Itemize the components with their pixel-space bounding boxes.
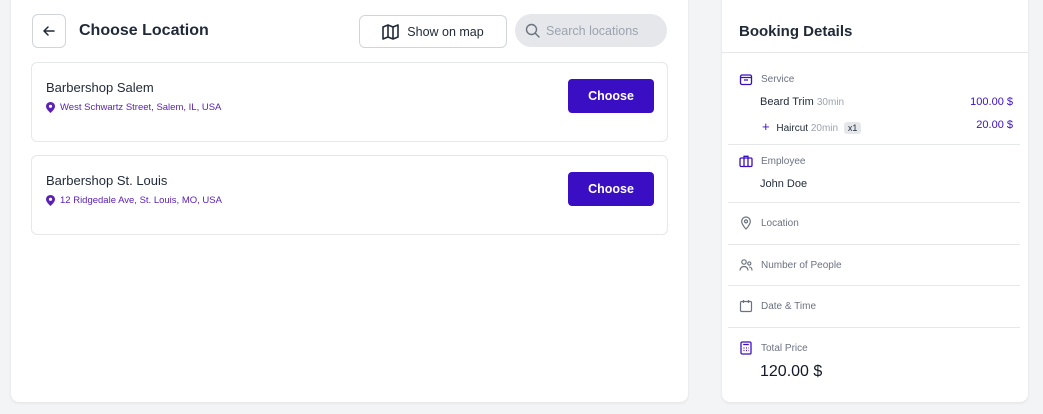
extra-service-duration: 20min: [810, 123, 839, 134]
datetime-section: Date & Time: [739, 299, 1020, 313]
search-icon: [525, 23, 540, 38]
location-label: Location: [761, 217, 799, 229]
total-price-label: Total Price: [761, 342, 808, 354]
service-name: Beard Trim: [760, 96, 814, 108]
location-card: Barbershop Salem West Schwartz Street, S…: [31, 62, 668, 142]
service-duration: 30min: [816, 97, 845, 108]
booking-details-title: Booking Details: [739, 23, 853, 40]
location-panel: Choose Location Show on map Barbershop S…: [11, 0, 688, 402]
show-on-map-button[interactable]: Show on map: [359, 15, 507, 48]
search-input[interactable]: [546, 23, 656, 38]
location-address: West Schwartz Street, Salem, IL, USA: [46, 102, 221, 113]
back-arrow-icon: [43, 26, 55, 36]
people-section: Number of People: [739, 258, 1020, 272]
divider: [722, 52, 1028, 53]
extra-service-price: 20.00 $: [976, 119, 1013, 131]
location-address-text: West Schwartz Street, Salem, IL, USA: [60, 102, 222, 113]
datetime-label: Date & Time: [761, 300, 817, 312]
location-section: Location: [739, 216, 1020, 230]
page-title: Choose Location: [79, 22, 209, 39]
location-pin-icon: [46, 102, 55, 113]
location-address-text: 12 Ridgedale Ave, St. Louis, MO, USA: [60, 195, 222, 206]
extra-service-name: Haircut: [776, 123, 809, 134]
divider: [728, 202, 1020, 203]
back-button[interactable]: [32, 14, 66, 48]
total-price-value: 120.00 $: [760, 363, 823, 380]
choose-button[interactable]: Choose: [568, 172, 654, 206]
calculator-icon: [740, 341, 752, 355]
people-label: Number of People: [761, 259, 842, 271]
service-price: 100.00 $: [970, 96, 1013, 108]
briefcase-icon: [739, 155, 753, 168]
location-name: Barbershop Salem: [46, 80, 154, 95]
show-on-map-label: Show on map: [407, 24, 484, 39]
divider: [728, 244, 1020, 245]
location-card: Barbershop St. Louis 12 Ridgedale Ave, S…: [31, 155, 668, 235]
divider: [728, 285, 1020, 286]
service-section: Service: [739, 72, 1020, 86]
employee-name: John Doe: [760, 178, 808, 190]
extra-service-qty: x1: [843, 122, 862, 134]
service-main-row: Beard Trim 30min 100.00 $: [760, 96, 1013, 108]
calendar-icon: [739, 300, 753, 313]
location-name: Barbershop St. Louis: [46, 173, 168, 188]
divider: [728, 144, 1020, 145]
employee-row: John Doe: [760, 178, 1034, 190]
total-price-section: Total Price: [739, 341, 1020, 355]
people-icon: [739, 259, 753, 271]
location-pin-icon: [46, 195, 55, 206]
map-icon: [382, 23, 400, 40]
service-extra-row: + Haircut 20min x1 20.00 $: [762, 119, 1013, 134]
plus-icon: +: [762, 119, 770, 134]
location-address: 12 Ridgedale Ave, St. Louis, MO, USA: [46, 195, 222, 206]
choose-button[interactable]: Choose: [568, 79, 654, 113]
divider: [728, 327, 1020, 328]
search-box[interactable]: [515, 14, 667, 47]
employee-section: Employee: [739, 154, 1020, 168]
service-box-icon: [739, 74, 753, 86]
location-icon: [741, 216, 751, 230]
service-label: Service: [761, 73, 795, 85]
employee-label: Employee: [761, 155, 806, 167]
booking-details-panel: Booking Details Service Beard Trim 30min…: [722, 0, 1028, 402]
